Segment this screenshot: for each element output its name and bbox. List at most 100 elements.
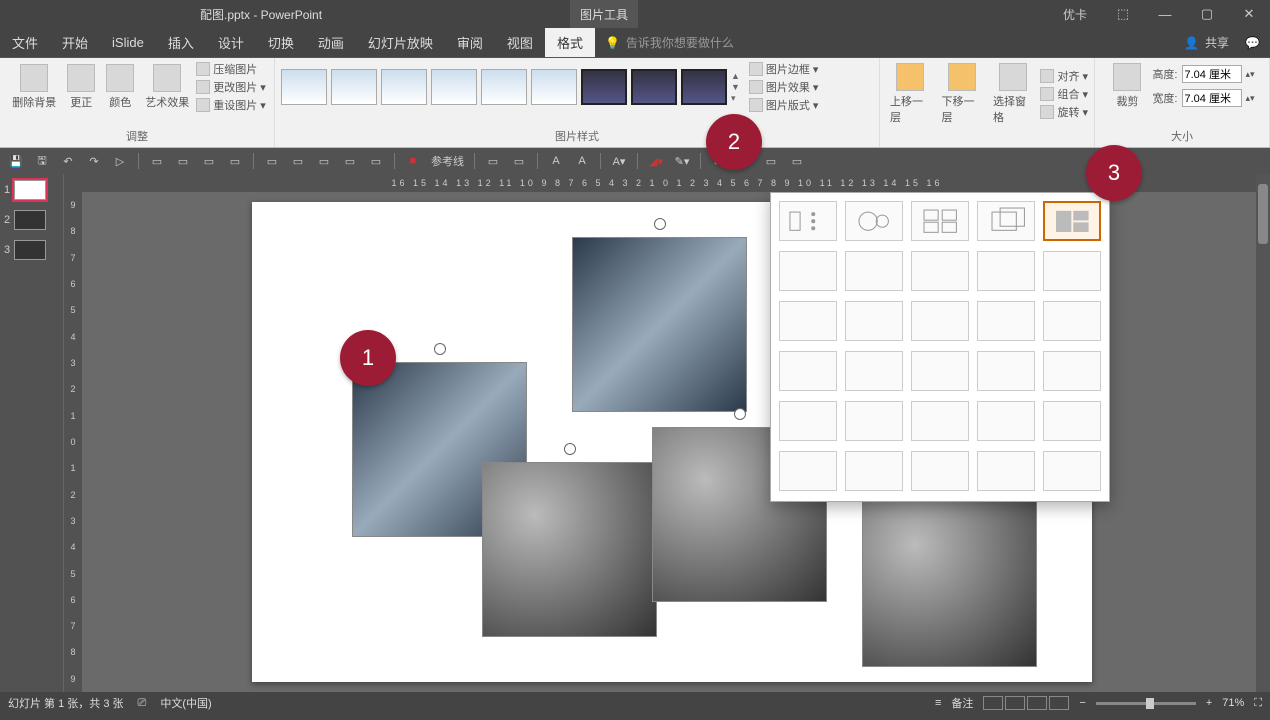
qat-icon[interactable]: ▭ <box>201 153 217 169</box>
save-icon[interactable]: 💾 <box>8 153 24 169</box>
layout-option[interactable] <box>977 251 1035 291</box>
sorter-view-icon[interactable] <box>1005 696 1025 710</box>
notes-button[interactable]: 备注 <box>951 695 973 711</box>
qat-icon[interactable]: ▭ <box>227 153 243 169</box>
layout-option[interactable] <box>1043 301 1101 341</box>
reading-view-icon[interactable] <box>1027 696 1047 710</box>
picture-object[interactable] <box>862 492 1037 667</box>
maximize-button[interactable]: ▢ <box>1186 6 1228 22</box>
layout-option-selected[interactable] <box>1043 201 1101 241</box>
color-button[interactable]: 颜色 <box>102 62 138 112</box>
vertical-scrollbar[interactable] <box>1256 174 1270 692</box>
layout-option[interactable] <box>779 201 837 241</box>
rotate-handle-icon[interactable] <box>734 408 746 420</box>
slide-thumbnail[interactable]: 1 <box>4 180 59 200</box>
selection-pane-button[interactable]: 选择窗格 <box>989 61 1037 127</box>
qat-icon[interactable]: ▭ <box>175 153 191 169</box>
share-icon[interactable]: 👤 <box>1184 36 1199 50</box>
tab-review[interactable]: 审阅 <box>445 28 495 57</box>
slideshow-view-icon[interactable] <box>1049 696 1069 710</box>
crop-button[interactable]: 裁剪 <box>1109 61 1145 111</box>
artistic-effects-button[interactable]: 艺术效果 <box>141 62 193 112</box>
rotate-button[interactable]: 旋转 ▾ <box>1040 104 1088 120</box>
outline-color-icon[interactable]: ✎▾ <box>674 153 690 169</box>
tab-islide[interactable]: iSlide <box>100 28 156 57</box>
style-thumb[interactable] <box>531 69 577 105</box>
style-thumb[interactable] <box>631 69 677 105</box>
picture-border-button[interactable]: 图片边框 ▾ <box>749 61 819 77</box>
layout-option[interactable] <box>845 351 903 391</box>
layout-option[interactable] <box>977 401 1035 441</box>
slide-thumbnail[interactable]: 3 <box>4 240 59 260</box>
guides-button[interactable]: 参考线 <box>431 153 464 169</box>
gallery-down-icon[interactable]: ▼ <box>731 82 740 92</box>
picture-layout-button[interactable]: 图片版式 ▾ <box>749 97 819 113</box>
style-thumb[interactable] <box>581 69 627 105</box>
layout-option[interactable] <box>779 351 837 391</box>
qat-icon[interactable]: A <box>574 153 590 169</box>
height-field[interactable]: 高度:▴▾ <box>1148 65 1254 83</box>
picture-effects-button[interactable]: 图片效果 ▾ <box>749 79 819 95</box>
picture-object[interactable] <box>572 237 747 412</box>
tab-slideshow[interactable]: 幻灯片放映 <box>356 28 445 57</box>
style-thumb[interactable] <box>681 69 727 105</box>
layout-option[interactable] <box>977 301 1035 341</box>
slide-counter[interactable]: 幻灯片 第 1 张，共 3 张 <box>8 695 124 711</box>
qat-icon[interactable]: ▭ <box>149 153 165 169</box>
qat-icon[interactable]: ▭ <box>511 153 527 169</box>
bring-forward-button[interactable]: 上移一层 <box>886 61 934 127</box>
layout-option[interactable] <box>1043 451 1101 491</box>
qat-icon[interactable]: ▭ <box>342 153 358 169</box>
qat-icon[interactable]: ■ <box>405 153 421 169</box>
style-thumb[interactable] <box>431 69 477 105</box>
style-thumb[interactable] <box>481 69 527 105</box>
layout-option[interactable] <box>845 201 903 241</box>
slide-thumbnail[interactable]: 2 <box>4 210 59 230</box>
layout-option[interactable] <box>779 301 837 341</box>
tab-file[interactable]: 文件 <box>0 28 50 57</box>
qat-icon[interactable]: A▾ <box>611 153 627 169</box>
zoom-level[interactable]: 71% <box>1222 697 1244 709</box>
rotate-handle-icon[interactable] <box>654 218 666 230</box>
align-button[interactable]: 对齐 ▾ <box>1040 68 1088 84</box>
group-button[interactable]: 组合 ▾ <box>1040 86 1088 102</box>
ribbon-display-options-icon[interactable]: ⬚ <box>1102 6 1144 22</box>
undo-icon[interactable]: ↶ <box>60 153 76 169</box>
layout-option[interactable] <box>911 351 969 391</box>
qat-icon[interactable]: ▭ <box>789 153 805 169</box>
layout-option[interactable] <box>977 451 1035 491</box>
notes-icon[interactable]: ≡ <box>935 697 941 709</box>
layout-option[interactable] <box>845 401 903 441</box>
layout-option[interactable] <box>779 251 837 291</box>
qat-icon[interactable]: ▭ <box>368 153 384 169</box>
layout-option[interactable] <box>977 351 1035 391</box>
layout-option[interactable] <box>1043 351 1101 391</box>
layout-option[interactable] <box>779 451 837 491</box>
tab-transitions[interactable]: 切换 <box>256 28 306 57</box>
tab-insert[interactable]: 插入 <box>156 28 206 57</box>
zoom-in-button[interactable]: + <box>1206 697 1212 709</box>
rotate-handle-icon[interactable] <box>564 443 576 455</box>
minimize-button[interactable]: — <box>1144 7 1186 22</box>
tab-format[interactable]: 格式 <box>545 28 595 57</box>
tab-home[interactable]: 开始 <box>50 28 100 57</box>
compress-pictures-button[interactable]: 压缩图片 <box>196 61 266 77</box>
tab-animations[interactable]: 动画 <box>306 28 356 57</box>
zoom-slider[interactable] <box>1096 702 1196 705</box>
tell-me-search[interactable]: 💡 告诉我你想要做什么 <box>605 28 734 57</box>
layout-option[interactable] <box>911 251 969 291</box>
layout-option[interactable] <box>1043 251 1101 291</box>
layout-option[interactable] <box>911 201 969 241</box>
start-from-beginning-icon[interactable]: ▷ <box>112 153 128 169</box>
rotate-handle-icon[interactable] <box>434 343 446 355</box>
tab-view[interactable]: 视图 <box>495 28 545 57</box>
style-thumb[interactable] <box>381 69 427 105</box>
normal-view-icon[interactable] <box>983 696 1003 710</box>
layout-option[interactable] <box>977 201 1035 241</box>
redo-icon[interactable]: ↷ <box>86 153 102 169</box>
qat-icon[interactable]: ▭ <box>316 153 332 169</box>
remove-background-button[interactable]: 删除背景 <box>8 62 60 112</box>
language-indicator[interactable]: 中文(中国) <box>160 695 211 711</box>
spellcheck-icon[interactable]: ⎚ <box>138 697 147 710</box>
layout-option[interactable] <box>911 401 969 441</box>
